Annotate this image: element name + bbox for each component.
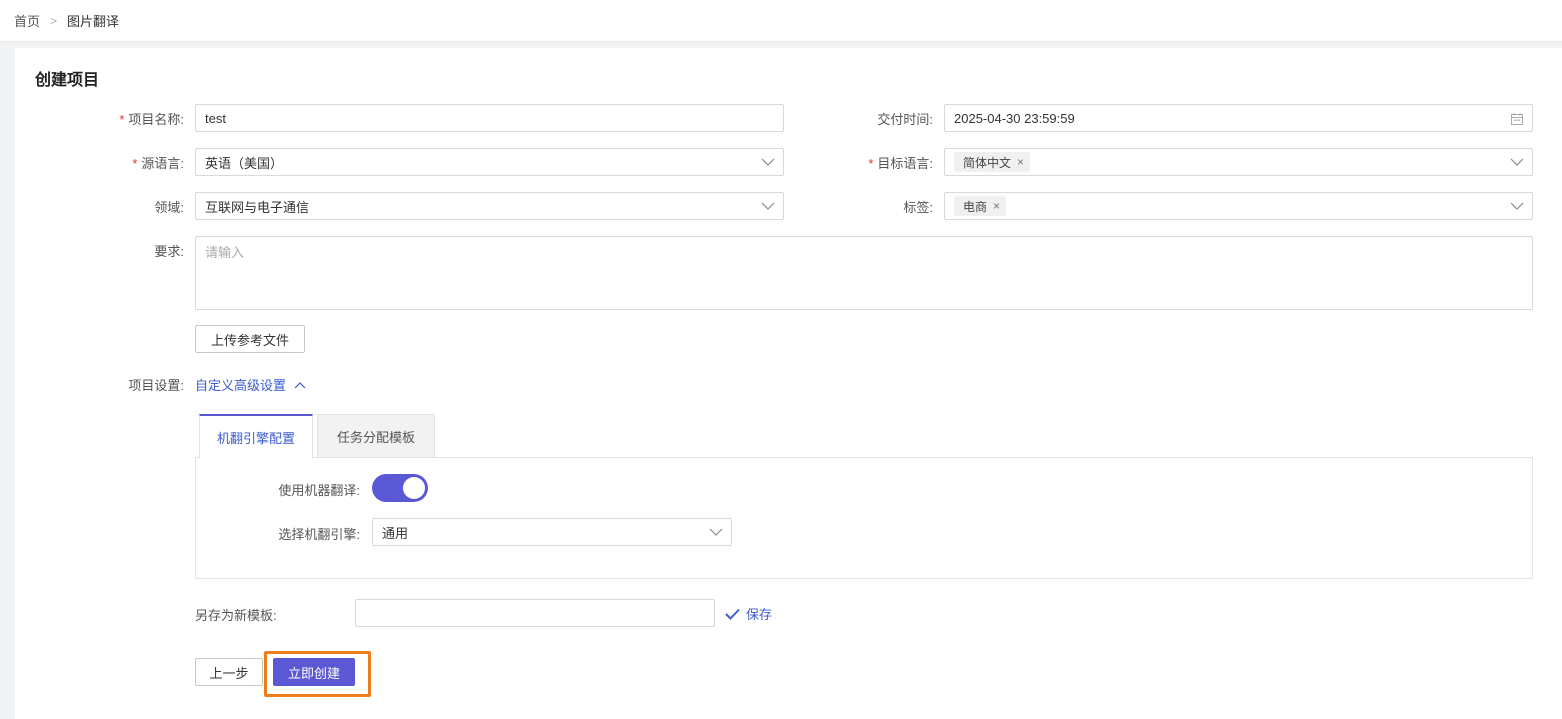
chevron-up-icon [294, 381, 306, 388]
tab-mt-engine-config[interactable]: 机翻引擎配置 [199, 414, 313, 459]
save-template-link[interactable]: 保存 [725, 604, 772, 623]
tags-select[interactable]: 电商 × [944, 192, 1533, 220]
advanced-settings-link[interactable]: 自定义高级设置 [195, 375, 306, 394]
upload-reference-button[interactable]: 上传参考文件 [195, 325, 305, 353]
target-language-tag: 简体中文 × [954, 152, 1031, 172]
requirement-textarea[interactable]: 请输入 [195, 236, 1533, 310]
delivery-time-label: 交付时间: [877, 112, 933, 127]
source-language-label: * 源语言: [132, 156, 184, 171]
calendar-icon [1511, 113, 1523, 125]
breadcrumb-current: 图片翻译 [67, 14, 120, 29]
tag-remove-icon[interactable]: × [993, 199, 1000, 213]
mt-engine-label: 选择机翻引擎: [278, 527, 360, 542]
check-icon [725, 608, 740, 620]
breadcrumb-separator: > [50, 13, 58, 28]
breadcrumb: 首页 > 图片翻译 [0, 0, 1562, 42]
tab-task-assignment-template[interactable]: 任务分配模板 [317, 414, 435, 458]
create-now-button[interactable]: 立即创建 [273, 658, 355, 686]
save-template-label: 另存为新模板: [195, 608, 277, 623]
use-mt-toggle[interactable] [372, 474, 428, 502]
chevron-down-icon [761, 158, 775, 166]
source-language-select[interactable]: 英语（美国） [195, 148, 784, 176]
tag-item: 电商 × [954, 196, 1007, 216]
chevron-down-icon [1510, 202, 1524, 210]
domain-label: 领域: [154, 200, 184, 215]
tags-label: 标签: [903, 200, 933, 215]
delivery-time-input[interactable]: 2025-04-30 23:59:59 [944, 104, 1533, 132]
project-name-input[interactable]: test [195, 104, 784, 132]
use-mt-label: 使用机器翻译: [278, 483, 360, 498]
requirement-label: 要求: [154, 244, 184, 259]
template-name-input[interactable] [355, 599, 715, 627]
tag-remove-icon[interactable]: × [1017, 155, 1024, 169]
target-language-select[interactable]: 简体中文 × [944, 148, 1533, 176]
project-settings-label: 项目设置: [128, 378, 184, 393]
chevron-down-icon [761, 202, 775, 210]
mt-engine-select[interactable]: 通用 [372, 518, 732, 546]
prev-step-button[interactable]: 上一步 [195, 658, 263, 686]
target-language-label: * 目标语言: [868, 156, 933, 171]
toggle-knob [403, 477, 425, 499]
page-title: 创建项目 [35, 72, 100, 89]
domain-select[interactable]: 互联网与电子通信 [195, 192, 784, 220]
chevron-down-icon [1510, 158, 1524, 166]
chevron-down-icon [709, 528, 723, 536]
project-name-label: * 项目名称: [119, 112, 184, 127]
breadcrumb-home[interactable]: 首页 [14, 11, 40, 30]
